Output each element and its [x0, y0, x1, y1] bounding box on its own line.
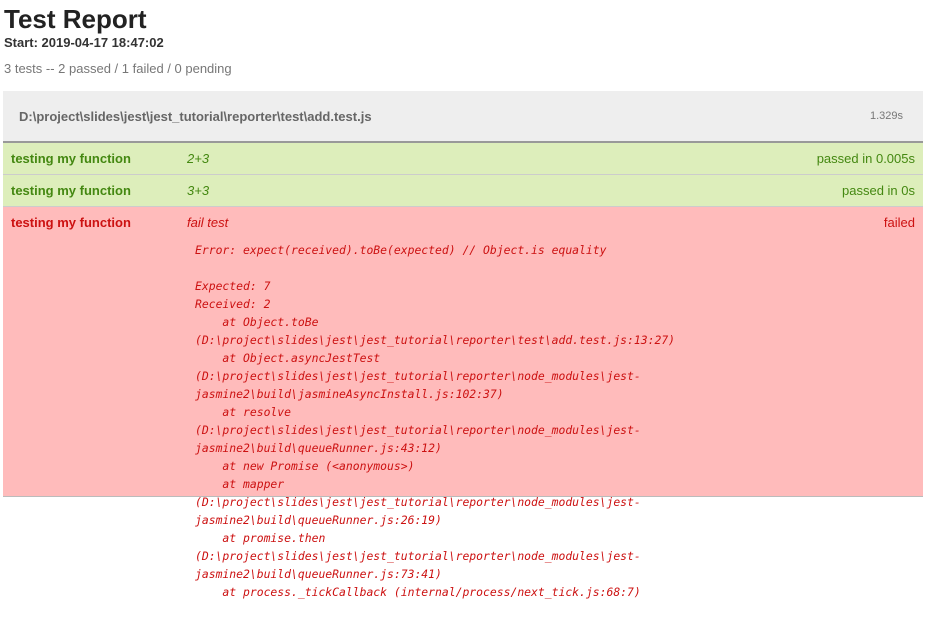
test-row: testing my function 2+3 passed in 0.005s	[3, 143, 923, 175]
report-title: Test Report	[4, 4, 147, 34]
test-row: testing my function 3+3 passed in 0s	[3, 175, 923, 207]
suite-file-path: D:\project\slides\jest\jest_tutorial\rep…	[19, 108, 372, 124]
test-status: passed in 0.005s	[816, 151, 915, 166]
suite-header: D:\project\slides\jest\jest_tutorial\rep…	[3, 91, 923, 143]
test-suite-name: testing my function	[11, 151, 131, 166]
report-header: Test Report Start: 2019-04-17 18:47:02 3…	[0, 0, 932, 77]
suite-duration: 1.329s	[869, 110, 903, 122]
test-row-failed: testing my function fail test failed Err…	[3, 207, 923, 599]
test-title: 2+3	[187, 151, 210, 166]
test-status: passed in 0s	[842, 183, 915, 198]
start-time: Start: 2019-04-17 18:47:02	[4, 35, 164, 50]
test-suite-name: testing my function	[11, 215, 131, 230]
test-status: failed	[883, 215, 915, 230]
test-title: 3+3	[187, 183, 210, 198]
test-suite-name: testing my function	[11, 183, 131, 198]
test-summary: 3 tests -- 2 passed / 1 failed / 0 pendi…	[4, 61, 232, 76]
test-title: fail test	[187, 215, 229, 230]
error-stack-trace: Error: expect(received).toBe(expected) /…	[195, 243, 676, 599]
test-suite: D:\project\slides\jest\jest_tutorial\rep…	[3, 91, 923, 599]
